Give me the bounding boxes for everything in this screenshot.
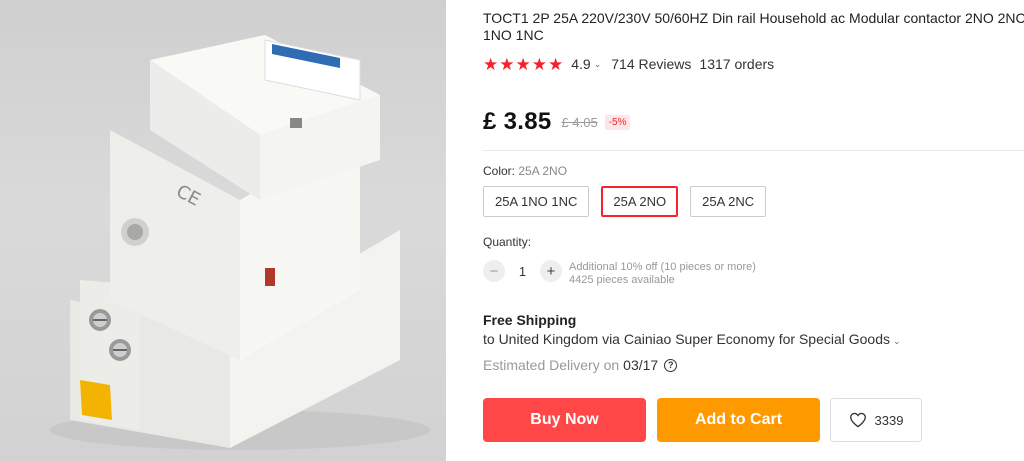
star-icon: ★ <box>515 54 531 74</box>
heart-outline-icon <box>849 412 866 428</box>
buy-now-button[interactable]: Buy Now <box>483 398 646 442</box>
question-circle-icon[interactable]: ? <box>664 358 678 372</box>
rating-row: ★ ★ ★ ★ ★ 4.9 ⌄ 714 Reviews 1317 orders <box>483 55 774 73</box>
star-icon: ★ <box>548 54 564 74</box>
quantity-note: Additional 10% off (10 pieces or more) 4… <box>569 261 756 287</box>
shipping-title: Free Shipping <box>483 312 577 328</box>
wishlist-count: 3339 <box>874 412 904 428</box>
reviews-link[interactable]: 714 Reviews <box>611 56 691 72</box>
quantity-increase-button[interactable]: + <box>540 260 562 282</box>
stock-available-text: 4425 pieces available <box>569 274 675 286</box>
chevron-down-icon[interactable]: ⌄ <box>893 336 901 346</box>
quantity-stepper: − 1 + <box>483 260 562 282</box>
rating-stars: ★ ★ ★ ★ ★ <box>483 56 564 73</box>
quantity-decrease-button[interactable]: − <box>483 260 505 282</box>
color-label-text: Color: <box>483 164 516 178</box>
current-price: £ 3.85 <box>483 108 552 135</box>
contactor-illustration: CE <box>50 35 430 450</box>
original-price: £ 4.05 <box>561 114 598 130</box>
star-icon: ★ <box>531 54 547 74</box>
product-image[interactable]: CE <box>0 0 446 461</box>
quantity-label: Quantity: <box>483 235 532 249</box>
delivery-label: Estimated Delivery on <box>483 357 620 373</box>
chevron-down-icon[interactable]: ⌄ <box>594 59 602 70</box>
star-icon: ★ <box>483 54 499 74</box>
orders-count: 1317 orders <box>699 56 775 72</box>
variant-option-2nc[interactable]: 25A 2NC <box>690 186 767 217</box>
color-selected-value: 25A 2NO <box>518 164 568 178</box>
color-label: Color: 25A 2NO <box>483 164 567 178</box>
variant-option-2no[interactable]: 25A 2NO <box>601 186 679 217</box>
wishlist-button[interactable]: 3339 <box>830 398 922 442</box>
shipping-destination-text[interactable]: to United Kingdom via Cainiao Super Econ… <box>483 331 890 347</box>
quantity-input[interactable]: 1 <box>505 264 540 279</box>
bulk-discount-text: Additional 10% off (10 pieces or more) <box>569 261 756 273</box>
color-options: 25A 1NO 1NC 25A 2NO 25A 2NC <box>483 186 778 217</box>
add-to-cart-button[interactable]: Add to Cart <box>657 398 820 442</box>
rating-score[interactable]: 4.9 <box>571 56 590 72</box>
product-title: TOCT1 2P 25A 220V/230V 50/60HZ Din rail … <box>483 10 1024 43</box>
delivery-date: 03/17 <box>623 357 659 373</box>
divider <box>483 150 1024 151</box>
discount-badge: -5% <box>604 114 631 130</box>
star-icon: ★ <box>499 54 515 74</box>
shipping-destination[interactable]: to United Kingdom via Cainiao Super Econ… <box>483 331 911 347</box>
estimated-delivery: Estimated Delivery on 03/17 ? <box>483 357 678 373</box>
variant-option-1no-1nc[interactable]: 25A 1NO 1NC <box>483 186 590 217</box>
price-row: £ 3.85 £ 4.05 -5% <box>483 108 631 136</box>
